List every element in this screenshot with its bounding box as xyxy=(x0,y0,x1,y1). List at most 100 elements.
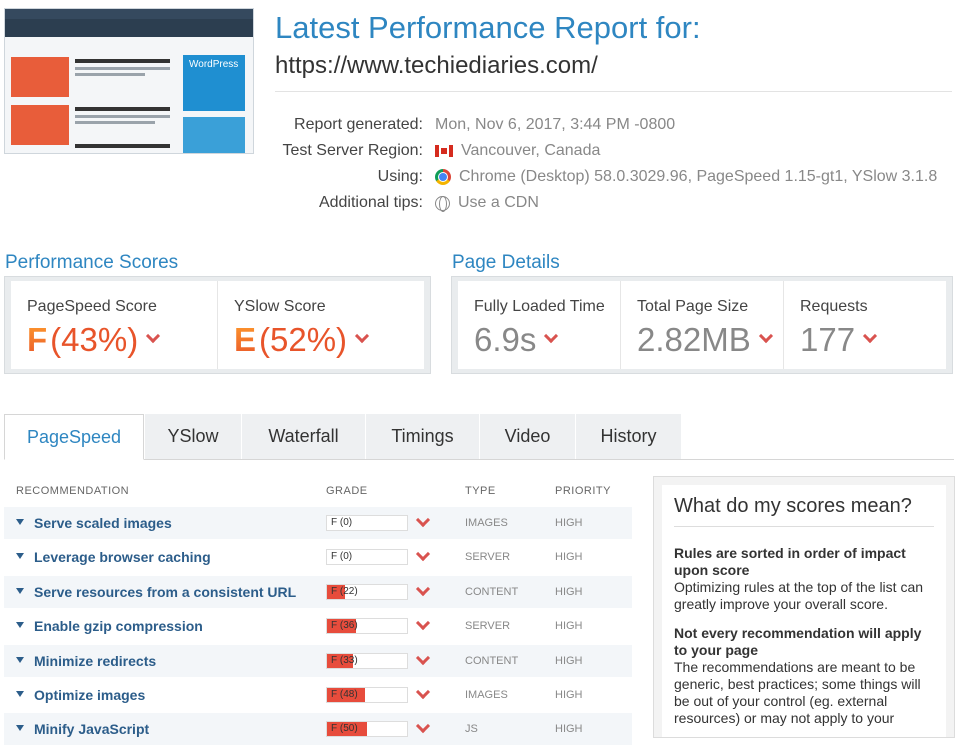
caret-down-icon[interactable] xyxy=(16,622,24,628)
grade-bar: F (0) xyxy=(326,515,408,531)
chevron-down-icon[interactable] xyxy=(415,546,431,562)
recommendation-priority: HIGH xyxy=(555,620,583,632)
requests-count[interactable]: Requests 177 xyxy=(784,281,946,369)
chevron-down-icon[interactable] xyxy=(415,581,431,597)
chevron-down-icon[interactable] xyxy=(415,650,431,666)
recommendation-type: CONTENT xyxy=(465,655,519,667)
chevron-down-icon[interactable] xyxy=(415,684,431,700)
tab-timings[interactable]: Timings xyxy=(365,414,479,459)
pagespeed-percent: (43%) xyxy=(50,321,139,358)
chevron-down-icon[interactable] xyxy=(354,328,370,344)
chevron-down-icon[interactable] xyxy=(415,718,431,734)
recommendation-type: SERVER xyxy=(465,551,511,563)
total-page-size[interactable]: Total Page Size 2.82MB xyxy=(621,281,784,369)
report-meta: Report generated: Mon, Nov 6, 2017, 3:44… xyxy=(275,112,955,216)
grade-text: F (0) xyxy=(331,551,353,562)
recommendation-priority: HIGH xyxy=(555,517,583,529)
yslow-score[interactable]: YSlow Score E (52%) xyxy=(218,281,424,369)
canada-flag-icon xyxy=(435,145,453,157)
performance-scores-panel: PageSpeed Score F (43%) YSlow Score E (5… xyxy=(4,276,431,374)
caret-down-icon[interactable] xyxy=(16,519,24,525)
table-row[interactable]: Optimize images F (48) IMAGES HIGH xyxy=(4,679,632,711)
caret-down-icon[interactable] xyxy=(16,553,24,559)
tab-waterfall[interactable]: Waterfall xyxy=(241,414,365,459)
grade-bar: F (50) xyxy=(326,721,408,737)
recommendation-name[interactable]: Leverage browser caching xyxy=(34,549,211,565)
meta-value: Chrome (Desktop) 58.0.3029.96, PageSpeed… xyxy=(459,168,938,185)
recommendation-name[interactable]: Enable gzip compression xyxy=(34,618,203,634)
grade-text: F (50) xyxy=(331,723,358,734)
recommendation-type: IMAGES xyxy=(465,517,508,529)
page-details-heading: Page Details xyxy=(452,252,560,273)
grade-bar: F (22) xyxy=(326,584,408,600)
column-grade: GRADE xyxy=(326,485,368,497)
grade-text: F (22) xyxy=(331,586,358,597)
pagespeed-score[interactable]: PageSpeed Score F (43%) xyxy=(11,281,218,369)
recommendation-name[interactable]: Optimize images xyxy=(34,687,145,703)
caret-down-icon[interactable] xyxy=(16,691,24,697)
table-row[interactable]: Serve resources from a consistent URL F (… xyxy=(4,576,632,608)
recommendation-priority: HIGH xyxy=(555,655,583,667)
tab-video[interactable]: Video xyxy=(479,414,575,459)
chevron-down-icon[interactable] xyxy=(146,328,161,344)
page-details-panel: Fully Loaded Time 6.9s Total Page Size 2… xyxy=(451,276,953,374)
recommendation-type: SERVER xyxy=(465,620,511,632)
table-row[interactable]: Serve scaled images F (0) IMAGES HIGH xyxy=(4,507,632,539)
pagespeed-grade: F xyxy=(27,321,48,358)
fully-loaded-time[interactable]: Fully Loaded Time 6.9s xyxy=(458,281,621,369)
table-row[interactable]: Leverage browser caching F (0) SERVER HIGH xyxy=(4,541,632,573)
chevron-down-icon[interactable] xyxy=(862,328,878,344)
recommendation-type: IMAGES xyxy=(465,689,508,701)
grade-bar: F (48) xyxy=(326,687,408,703)
grade-bar: F (33) xyxy=(326,653,408,669)
recommendation-type: CONTENT xyxy=(465,586,519,598)
caret-down-icon[interactable] xyxy=(16,657,24,663)
tab-yslow[interactable]: YSlow xyxy=(144,414,241,459)
recommendation-priority: HIGH xyxy=(555,689,583,701)
recommendation-priority: HIGH xyxy=(555,723,583,735)
column-priority: PRIORITY xyxy=(555,485,611,497)
caret-down-icon[interactable] xyxy=(16,588,24,594)
recommendation-name[interactable]: Serve resources from a consistent URL xyxy=(34,584,296,600)
recommendation-type: JS xyxy=(465,723,478,735)
performance-scores-heading: Performance Scores xyxy=(5,252,179,273)
help-point-text: Optimizing rules at the top of the list … xyxy=(674,579,924,612)
yslow-percent: (52%) xyxy=(259,321,348,358)
chevron-down-icon[interactable] xyxy=(758,328,773,344)
report-url: https://www.techiediaries.com/ xyxy=(275,52,598,79)
meta-label: Test Server Region: xyxy=(282,142,423,159)
help-point-text: The recommendations are meant to be gene… xyxy=(674,659,921,726)
yslow-grade: E xyxy=(234,321,257,358)
chevron-down-icon[interactable] xyxy=(544,328,559,344)
grade-text: F (48) xyxy=(331,689,358,700)
meta-label: Using: xyxy=(377,168,423,185)
report-tabs: PageSpeed YSlow Waterfall Timings Video … xyxy=(4,414,954,460)
globe-icon xyxy=(435,195,450,212)
help-point-heading: Rules are sorted in order of impact upon… xyxy=(674,545,906,578)
recommendation-name[interactable]: Minimize redirects xyxy=(34,653,156,669)
grade-text: F (36) xyxy=(331,620,358,631)
scores-help-panel: What do my scores mean? Rules are sorted… xyxy=(653,476,955,738)
meta-value: Vancouver, Canada xyxy=(461,142,601,159)
grade-text: F (0) xyxy=(331,517,353,528)
recommendation-name[interactable]: Minify JavaScript xyxy=(34,721,149,737)
column-type: TYPE xyxy=(465,485,496,497)
help-title: What do my scores mean? xyxy=(674,495,912,517)
table-row[interactable]: Minimize redirects F (33) CONTENT HIGH xyxy=(4,645,632,677)
grade-bar: F (36) xyxy=(326,618,408,634)
help-point-heading: Not every recommendation will apply to y… xyxy=(674,625,922,658)
meta-value[interactable]: Use a CDN xyxy=(458,194,539,212)
chevron-down-icon[interactable] xyxy=(415,512,431,528)
meta-label: Report generated: xyxy=(294,116,423,133)
tab-history[interactable]: History xyxy=(575,414,681,459)
recommendation-name[interactable]: Serve scaled images xyxy=(34,515,172,531)
chevron-down-icon[interactable] xyxy=(415,615,431,631)
grade-text: F (33) xyxy=(331,655,358,666)
grade-bar: F (0) xyxy=(326,549,408,565)
tab-pagespeed[interactable]: PageSpeed xyxy=(4,414,144,460)
table-row[interactable]: Enable gzip compression F (36) SERVER HIGH xyxy=(4,610,632,642)
site-screenshot-thumbnail: WordPress xyxy=(4,8,254,154)
meta-value: Mon, Nov 6, 2017, 3:44 PM -0800 xyxy=(435,116,676,133)
column-recommendation: RECOMMENDATION xyxy=(16,485,130,497)
table-row[interactable]: Minify JavaScript F (50) JS HIGH xyxy=(4,713,632,745)
